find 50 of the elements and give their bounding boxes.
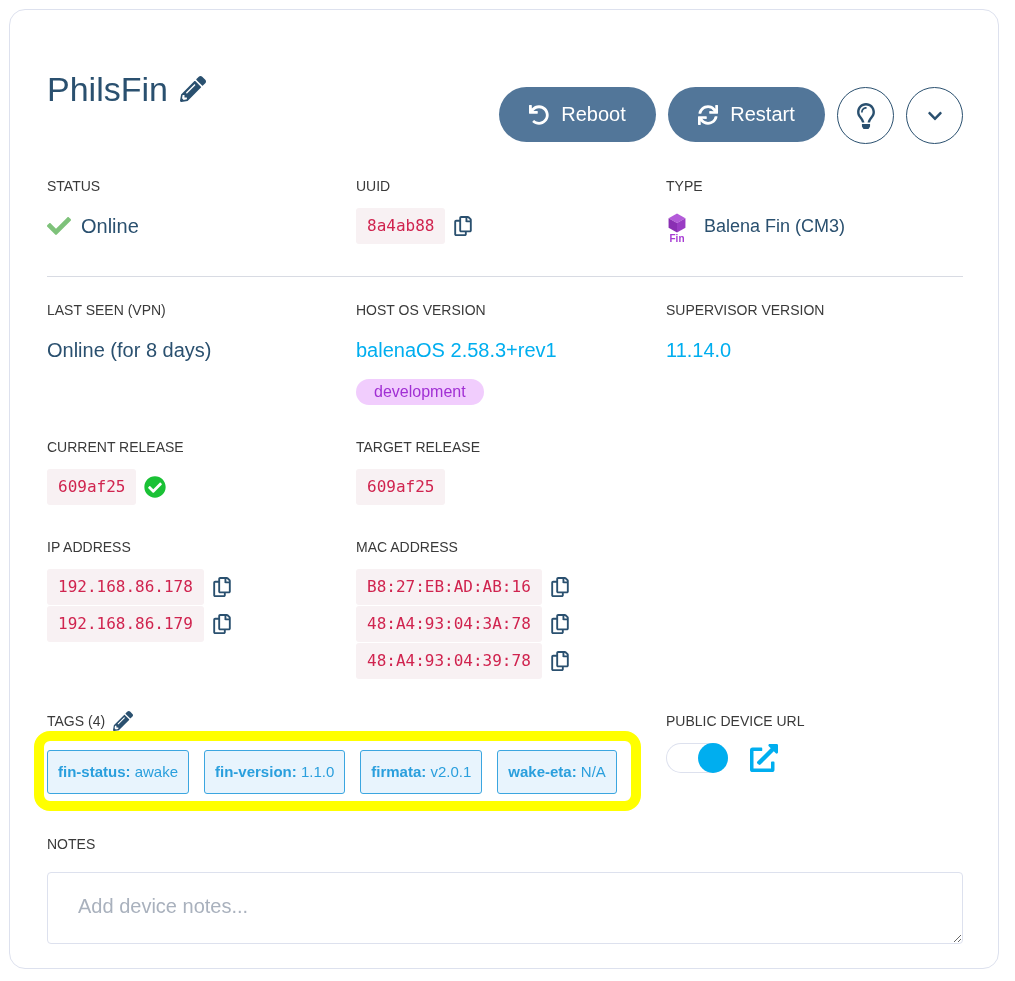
reboot-button[interactable]: Reboot xyxy=(499,87,656,142)
version-link[interactable]: balenaOS 2.58.3+rev1 xyxy=(356,338,557,362)
code-value: 192.168.86.178 xyxy=(47,569,204,605)
field-label: NOTES xyxy=(47,835,96,853)
field-label: MAC ADDRESS xyxy=(356,538,458,556)
restart-button[interactable]: Restart xyxy=(668,87,825,142)
cube-icon xyxy=(667,212,687,233)
code-value: 8a4ab88 xyxy=(356,208,446,244)
field-label: STATUS xyxy=(47,177,101,195)
code-value: 609af25 xyxy=(47,469,137,505)
field-label: SUPERVISOR VERSION xyxy=(666,301,825,319)
field-value: Online (for 8 days) xyxy=(47,338,212,362)
tags-label: TAGS (4) xyxy=(47,712,106,730)
field-label: LAST SEEN (VPN) xyxy=(47,301,166,319)
device-name: PhilsFin xyxy=(47,69,168,109)
tag: fin-status: awake xyxy=(47,750,190,794)
device-type-value: Balena Fin (CM3) xyxy=(704,215,846,237)
code-value: 192.168.86.179 xyxy=(47,606,204,642)
copy-icon[interactable] xyxy=(211,614,232,634)
sync-icon xyxy=(698,104,719,125)
tag: firmata: v2.0.1 xyxy=(360,750,483,794)
copy-icon[interactable] xyxy=(549,651,570,671)
tag: wake-eta: N/A xyxy=(497,750,617,794)
code-value: 609af25 xyxy=(356,469,446,505)
field-label: TARGET RELEASE xyxy=(356,438,480,456)
version-link[interactable]: 11.14.0 xyxy=(666,338,732,362)
status-value: Online xyxy=(81,214,139,238)
dropdown-button[interactable] xyxy=(906,87,963,144)
tag: fin-version: 1.1.0 xyxy=(204,750,346,794)
toggle-switch[interactable] xyxy=(666,743,728,773)
pencil-icon[interactable] xyxy=(179,76,206,102)
field-label: HOST OS VERSION xyxy=(356,301,486,319)
code-value: 48:A4:93:04:39:78 xyxy=(356,643,542,679)
field-label: IP ADDRESS xyxy=(47,538,131,556)
os-variant-badge: development xyxy=(356,379,484,405)
icon-caption: Fin xyxy=(669,232,685,244)
pencil-icon[interactable] xyxy=(113,711,134,731)
copy-icon[interactable] xyxy=(453,216,474,236)
field-label: PUBLIC DEVICE URL xyxy=(666,712,805,730)
field-label: TYPE xyxy=(666,177,703,195)
notes-field[interactable]: Add device notes... xyxy=(47,872,963,944)
field-label: UUID xyxy=(356,177,391,195)
code-value: 48:A4:93:04:3A:78 xyxy=(356,606,542,642)
field-label: CURRENT RELEASE xyxy=(47,438,184,456)
lightbulb-button[interactable] xyxy=(837,87,894,144)
copy-icon[interactable] xyxy=(211,577,232,597)
code-value: B8:27:EB:AD:AB:16 xyxy=(356,569,542,605)
undo-icon xyxy=(529,104,550,125)
copy-icon[interactable] xyxy=(549,614,570,634)
copy-icon[interactable] xyxy=(549,577,570,597)
